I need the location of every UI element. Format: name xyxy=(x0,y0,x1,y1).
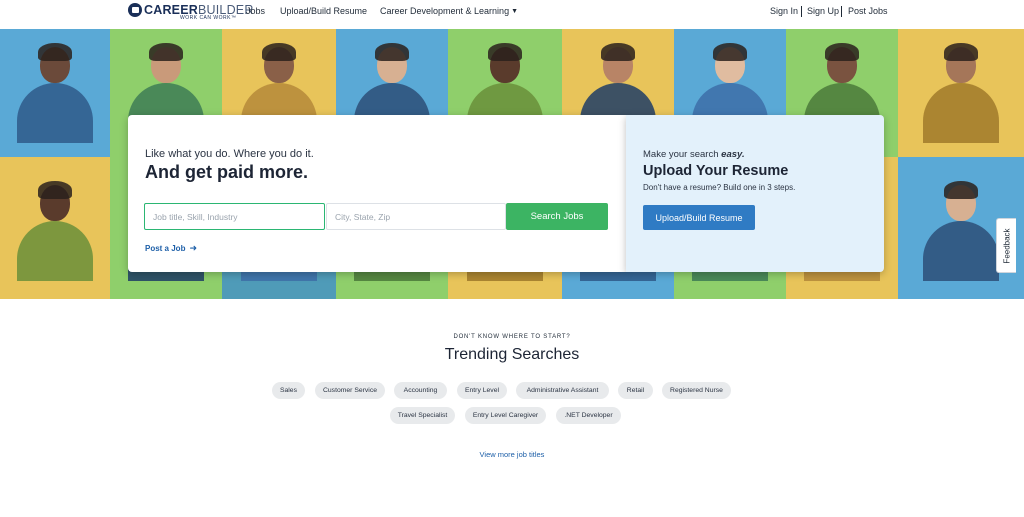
trending-search-chip[interactable]: Travel Specialist xyxy=(390,407,455,424)
search-tagline: Like what you do. Where you do it. xyxy=(145,148,314,160)
careerbuilder-logo[interactable]: CAREERBUILDER WORK CAN WORK™ xyxy=(128,2,253,24)
chevron-down-icon: ▼ xyxy=(511,8,519,15)
hero-photo-tile xyxy=(0,157,110,299)
hero-photo-tile xyxy=(0,29,110,157)
nav-jobs-link[interactable]: Jobs xyxy=(246,6,265,16)
person-photo xyxy=(15,43,95,157)
trending-search-chip[interactable]: Entry Level xyxy=(457,382,507,399)
nav-career-label: Career Development & Learning xyxy=(380,6,510,16)
top-navigation-bar: CAREERBUILDER WORK CAN WORK™ Jobs Upload… xyxy=(0,0,1024,26)
nav-divider xyxy=(841,6,842,17)
upload-kicker: Make your search easy. xyxy=(643,149,745,160)
post-a-job-link[interactable]: Post a Job ➜ xyxy=(145,243,197,254)
nav-divider xyxy=(801,6,802,17)
post-jobs-link[interactable]: Post Jobs xyxy=(848,6,888,16)
arrow-right-icon: ➜ xyxy=(189,243,197,253)
nav-upload-build-resume-link[interactable]: Upload/Build Resume xyxy=(280,6,367,16)
careerbuilder-logo-icon xyxy=(128,3,142,17)
trending-search-chip[interactable]: Accounting xyxy=(394,382,447,399)
sign-in-link[interactable]: Sign In xyxy=(770,6,798,16)
hero-photo-tile xyxy=(898,29,1024,157)
upload-title: Upload Your Resume xyxy=(643,163,789,179)
trending-search-chip[interactable]: Retail xyxy=(618,382,653,399)
feedback-tab[interactable]: Feedback xyxy=(996,218,1016,273)
upload-subtitle: Don't have a resume? Build one in 3 step… xyxy=(643,183,796,192)
trending-search-chip[interactable]: .NET Developer xyxy=(556,407,621,424)
upload-build-resume-button[interactable]: Upload/Build Resume xyxy=(643,205,755,230)
upload-resume-card: Make your search easy. Upload Your Resum… xyxy=(626,115,884,272)
trending-search-chip[interactable]: Customer Service xyxy=(315,382,385,399)
job-title-search-input[interactable] xyxy=(144,203,325,230)
trending-search-chip[interactable]: Administrative Assistant xyxy=(516,382,609,399)
person-photo xyxy=(921,43,1001,157)
search-jobs-button[interactable]: Search Jobs xyxy=(506,203,608,230)
trending-search-chip[interactable]: Entry Level Caregiver xyxy=(465,407,546,424)
post-a-job-label: Post a Job xyxy=(145,244,186,253)
person-photo xyxy=(15,181,95,295)
trending-kicker: DON'T KNOW WHERE TO START? xyxy=(453,334,571,340)
search-headline: And get paid more. xyxy=(145,162,309,182)
location-search-input[interactable] xyxy=(326,203,506,230)
feedback-label: Feedback xyxy=(1002,227,1011,264)
trending-title: Trending Searches xyxy=(444,346,580,363)
trending-search-chip[interactable]: Sales xyxy=(272,382,305,399)
hero-section: Like what you do. Where you do it. And g… xyxy=(0,29,1024,299)
view-more-job-titles-link[interactable]: View more job titles xyxy=(0,450,1024,459)
sign-up-link[interactable]: Sign Up xyxy=(807,6,839,16)
job-search-card: Like what you do. Where you do it. And g… xyxy=(128,115,626,272)
logo-tagline: WORK CAN WORK™ xyxy=(180,15,237,21)
nav-career-development-menu[interactable]: Career Development & Learning ▼ xyxy=(380,6,518,16)
trending-search-chip[interactable]: Registered Nurse xyxy=(662,382,731,399)
person-photo xyxy=(921,181,1001,295)
